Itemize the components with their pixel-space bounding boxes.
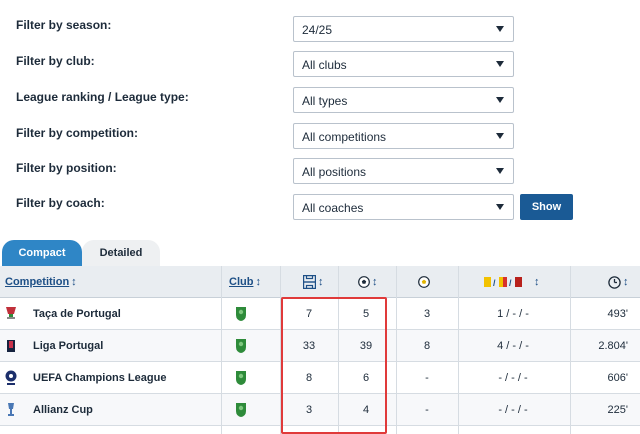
sort-icon: ↕ [318, 276, 324, 288]
competition-column-header[interactable]: Competition ↕ [5, 266, 77, 298]
cards-value: 1 / - / - [497, 308, 529, 320]
assists-column-header[interactable] [418, 266, 430, 298]
liga-portugal-logo-icon [7, 340, 15, 352]
chevron-down-icon [496, 61, 504, 67]
position-select[interactable]: All positions [293, 158, 514, 184]
cards-icon: / / [484, 277, 522, 288]
minutes-value: 493' [607, 308, 628, 320]
chevron-down-icon [496, 168, 504, 174]
assists-value: - [425, 404, 429, 416]
competition-select-value: All competitions [302, 130, 387, 144]
coach-select[interactable]: All coaches [293, 194, 514, 220]
tab-compact[interactable]: Compact [2, 240, 82, 266]
competition-select[interactable]: All competitions [293, 123, 514, 149]
svg-text:/: / [509, 278, 512, 288]
coach-filter-label: Filter by coach: [16, 196, 105, 210]
minutes-value: 225' [607, 404, 628, 416]
position-select-value: All positions [302, 165, 367, 179]
league-type-select-value: All types [302, 94, 348, 108]
position-filter-label: Filter by position: [16, 161, 117, 175]
table-header: Competition ↕ Club ↕ ↕ ↕ / / ↕ ↕ [0, 266, 640, 298]
taca-de-portugal-logo-icon [6, 307, 16, 319]
cards-value: 4 / - / - [497, 340, 529, 352]
clock-icon [608, 275, 621, 289]
cards-value: - / - / - [498, 372, 528, 384]
cards-column-header[interactable]: / / ↕ [484, 266, 540, 298]
column-divider [396, 266, 397, 434]
club-crest-icon [236, 403, 246, 417]
club-select[interactable]: All clubs [293, 51, 514, 77]
allianz-cup-logo-icon [8, 403, 14, 416]
season-select[interactable]: 24/25 [293, 16, 514, 42]
sort-icon: ↕ [255, 276, 261, 288]
assists-value: 8 [423, 340, 431, 352]
competition-name[interactable]: Allianz Cup [33, 394, 93, 426]
chevron-down-icon [496, 26, 504, 32]
competition-filter-label: Filter by competition: [16, 126, 139, 140]
assist-icon [418, 276, 430, 288]
show-button[interactable]: Show [520, 194, 573, 220]
club-header-label: Club [229, 276, 254, 288]
chevron-down-icon [496, 97, 504, 103]
competition-header-label: Competition [5, 276, 70, 288]
sort-icon: ↕ [372, 276, 378, 288]
competition-name[interactable]: UEFA Champions League [33, 362, 166, 394]
appearances-icon [302, 274, 317, 290]
club-crest-icon [236, 307, 246, 321]
chevron-down-icon [496, 133, 504, 139]
goals-column-header[interactable]: ↕ [358, 266, 378, 298]
assists-value: - [425, 372, 429, 384]
highlight-annotation-box [281, 297, 387, 434]
cards-value: - / - / - [498, 404, 528, 416]
filter-panel: Filter by season: 24/25 Filter by club: … [0, 0, 640, 232]
club-column-header[interactable]: Club ↕ [229, 266, 261, 298]
coach-select-value: All coaches [302, 201, 364, 215]
appearances-column-header[interactable]: ↕ [302, 266, 324, 298]
competition-name[interactable]: Liga Portugal [33, 330, 103, 362]
league-filter-label: League ranking / League type: [16, 90, 189, 104]
league-type-select[interactable]: All types [293, 87, 514, 113]
club-crest-icon [236, 339, 246, 353]
season-filter-label: Filter by season: [16, 18, 112, 32]
sort-icon: ↕ [623, 276, 629, 288]
club-crest-icon [236, 371, 246, 385]
column-divider [570, 266, 571, 434]
column-divider [221, 266, 222, 434]
competition-name[interactable]: Taça de Portugal [33, 298, 121, 330]
minutes-value: 2.804' [598, 340, 628, 352]
club-filter-label: Filter by club: [16, 54, 95, 68]
champions-league-logo-icon [5, 370, 17, 385]
svg-text:/: / [493, 278, 496, 288]
tab-detailed[interactable]: Detailed [82, 240, 160, 266]
assists-value: 3 [423, 308, 431, 320]
chevron-down-icon [496, 204, 504, 210]
minutes-value: 606' [607, 372, 628, 384]
sort-icon: ↕ [534, 276, 540, 288]
minutes-column-header[interactable]: ↕ [608, 266, 629, 298]
club-select-value: All clubs [302, 58, 347, 72]
sort-icon: ↕ [71, 276, 77, 288]
football-icon [358, 276, 370, 288]
column-divider [458, 266, 459, 434]
season-select-value: 24/25 [302, 23, 333, 37]
